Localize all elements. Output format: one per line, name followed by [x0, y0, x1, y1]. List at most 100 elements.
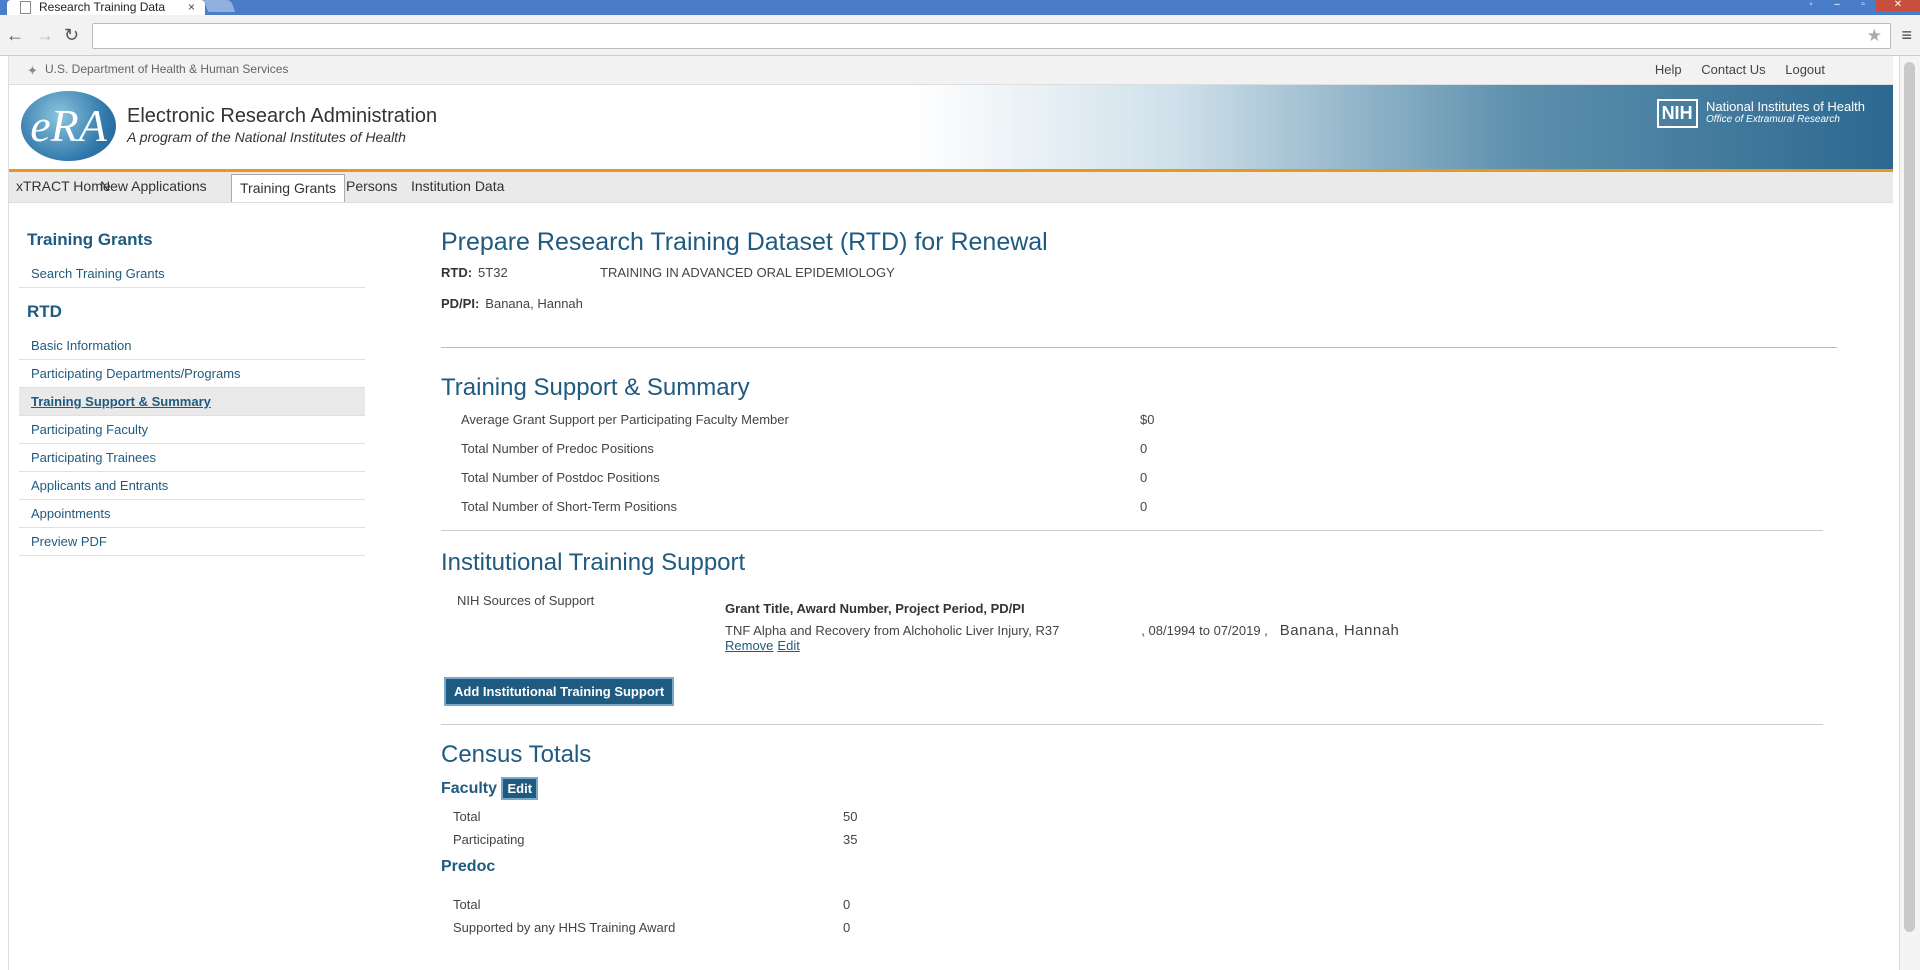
faculty-edit-button[interactable]: Edit [501, 777, 539, 800]
summary-row: Total Number of Short-Term Positions 0 [441, 493, 1841, 522]
pdpi-line: PD/PI: Banana, Hannah [441, 296, 1841, 311]
rtd-title: TRAINING IN ADVANCED ORAL EPIDEMIOLOGY [600, 265, 895, 280]
nih-office: Office of Extramural Research [1706, 114, 1840, 125]
forward-arrow-icon[interactable]: → [36, 25, 54, 45]
nav-new-applications[interactable]: New Applications [100, 178, 207, 194]
summary-label: Total Number of Postdoc Positions [461, 470, 660, 485]
sidebar-item-participating-faculty[interactable]: Participating Faculty [19, 416, 365, 444]
summary-label: Total Number of Short-Term Positions [461, 499, 678, 514]
sidebar-heading-training-grants: Training Grants [27, 230, 153, 249]
summary-value: $0 [1140, 412, 1155, 427]
census-value: 0 [843, 897, 851, 912]
banner-title: Electronic Research Administration [127, 105, 438, 127]
close-window-icon[interactable]: ✕ [1876, 0, 1920, 11]
hhs-text: U.S. Department of Health & Human Servic… [45, 62, 289, 76]
divider [441, 724, 1823, 725]
address-bar[interactable]: ★ [92, 23, 1891, 49]
page-icon [20, 1, 31, 14]
institutional-heading: Institutional Training Support [441, 549, 746, 576]
sidebar-item-search-training-grants[interactable]: Search Training Grants [19, 260, 365, 288]
faculty-heading-text: Faculty [441, 780, 498, 797]
rtd-line: RTD: 5T32 TRAINING IN ADVANCED ORAL EPIDEM… [441, 265, 1841, 280]
census-row: Supported by any HHS Training Award 0 [441, 917, 1841, 940]
summary-label: Average Grant Support per Participating … [461, 412, 789, 427]
browser-menu-icon[interactable]: ≡ [1901, 25, 1912, 45]
contact-us-link[interactable]: Contact Us [1701, 62, 1765, 77]
divider [441, 347, 1837, 348]
pdpi-name: Banana, Hannah [485, 296, 583, 311]
sidebar-item-appointments[interactable]: Appointments [19, 500, 365, 528]
nih-sources-label: NIH Sources of Support [457, 593, 595, 608]
nav-institution-data[interactable]: Institution Data [411, 178, 504, 194]
institutional-support-table: NIH Sources of Support Grant Title, Awar… [441, 591, 1841, 653]
predoc-heading: Predoc [441, 858, 496, 875]
main-nav: xTRACT Home New Applications Training Gr… [9, 172, 1893, 203]
agency-bar: ✦ U.S. Department of Health & Human Servi… [9, 56, 1893, 85]
remove-link[interactable]: Remove [725, 638, 773, 653]
sidebar-item-preview-pdf[interactable]: Preview PDF [19, 528, 365, 556]
nav-xtract-home[interactable]: xTRACT Home [16, 178, 111, 194]
reload-icon[interactable]: ↻ [64, 25, 79, 45]
help-link[interactable]: Help [1655, 62, 1682, 77]
census-label: Supported by any HHS Training Award [453, 920, 676, 935]
nih-mark: NIH [1656, 99, 1698, 128]
sidebar-item-participating-trainees[interactable]: Participating Trainees [19, 444, 365, 472]
census-label: Total [453, 809, 481, 824]
census-label: Participating [453, 832, 525, 847]
browser-tab[interactable]: Research Training Data × [7, 0, 205, 15]
utility-links: Help Contact Us Logout [1639, 56, 1825, 84]
grant-pi: Banana, Hannah [1279, 622, 1400, 639]
nih-logo: NIH National Institutes of Health Office… [1656, 99, 1865, 128]
sidebar-item-training-support-summary[interactable]: Training Support & Summary [19, 388, 365, 416]
sidebar-item-applicants-entrants[interactable]: Applicants and Entrants [19, 472, 365, 500]
census-value: 50 [843, 809, 858, 824]
grant-actions: Remove Edit [725, 638, 804, 653]
page-title: Prepare Research Training Dataset (RTD) … [441, 228, 1048, 256]
grant-row: TNF Alpha and Recovery from Alchoholic L… [725, 622, 1399, 639]
pdpi-label: PD/PI: [441, 296, 480, 311]
summary-value: 0 [1140, 470, 1148, 485]
summary-label: Total Number of Predoc Positions [461, 441, 654, 456]
summary-value: 0 [1140, 499, 1148, 514]
bookmark-star-icon[interactable]: ★ [1867, 26, 1882, 46]
edit-link[interactable]: Edit [777, 638, 799, 653]
banner-subtitle: A program of the National Institutes of … [127, 129, 406, 145]
grant-title: TNF Alpha and Recovery from Alchoholic L… [725, 623, 1060, 638]
logout-link[interactable]: Logout [1785, 62, 1825, 77]
browser-toolbar: ← → ↻ ★ ≡ [0, 15, 1920, 56]
sidebar-heading-rtd: RTD [27, 302, 62, 321]
sidebar: Training Grants Search Training Grants R… [19, 230, 365, 556]
summary-row: Total Number of Predoc Positions 0 [441, 435, 1841, 464]
census-value: 35 [843, 832, 858, 847]
add-button-wrap: Add Institutional Training Support [444, 677, 1841, 706]
new-tab-button[interactable] [203, 0, 236, 12]
sidebar-item-participating-departments[interactable]: Participating Departments/Programs [19, 360, 365, 388]
back-arrow-icon[interactable]: ← [6, 25, 24, 45]
user-icon[interactable]: ◦ [1798, 0, 1824, 11]
census-label: Total [453, 897, 481, 912]
summary-row: Average Grant Support per Participating … [441, 406, 1841, 435]
tab-title: Research Training Data [39, 0, 166, 14]
hhs-label: ✦ U.S. Department of Health & Human Servi… [27, 62, 289, 78]
census-row: Total 50 [441, 806, 1841, 829]
close-tab-icon[interactable]: × [188, 0, 195, 14]
census-row: Participating 35 [441, 829, 1841, 852]
rtd-number: 5T32 [478, 265, 508, 280]
nih-text: National Institutes of Health Office of … [1706, 99, 1865, 125]
nav-persons[interactable]: Persons [346, 178, 397, 194]
main-content: Prepare Research Training Dataset (RTD) … [441, 228, 1841, 940]
add-institutional-support-button[interactable]: Add Institutional Training Support [444, 677, 675, 706]
census-heading: Census Totals [441, 741, 592, 768]
sidebar-item-basic-information[interactable]: Basic Information [19, 332, 365, 360]
census-value: 0 [843, 920, 851, 935]
divider [441, 530, 1823, 531]
nav-training-grants[interactable]: Training Grants [231, 174, 345, 202]
hhs-eagle-icon: ✦ [27, 63, 38, 78]
summary-value: 0 [1140, 441, 1148, 456]
scrollbar-thumb[interactable] [1904, 62, 1915, 932]
minimize-icon[interactable]: – [1824, 0, 1850, 11]
summary-row: Total Number of Postdoc Positions 0 [441, 464, 1841, 493]
maximize-icon[interactable]: ▫ [1850, 0, 1876, 11]
page-scrollbar[interactable] [1899, 56, 1920, 970]
grant-column-header: Grant Title, Award Number, Project Perio… [725, 601, 1025, 616]
